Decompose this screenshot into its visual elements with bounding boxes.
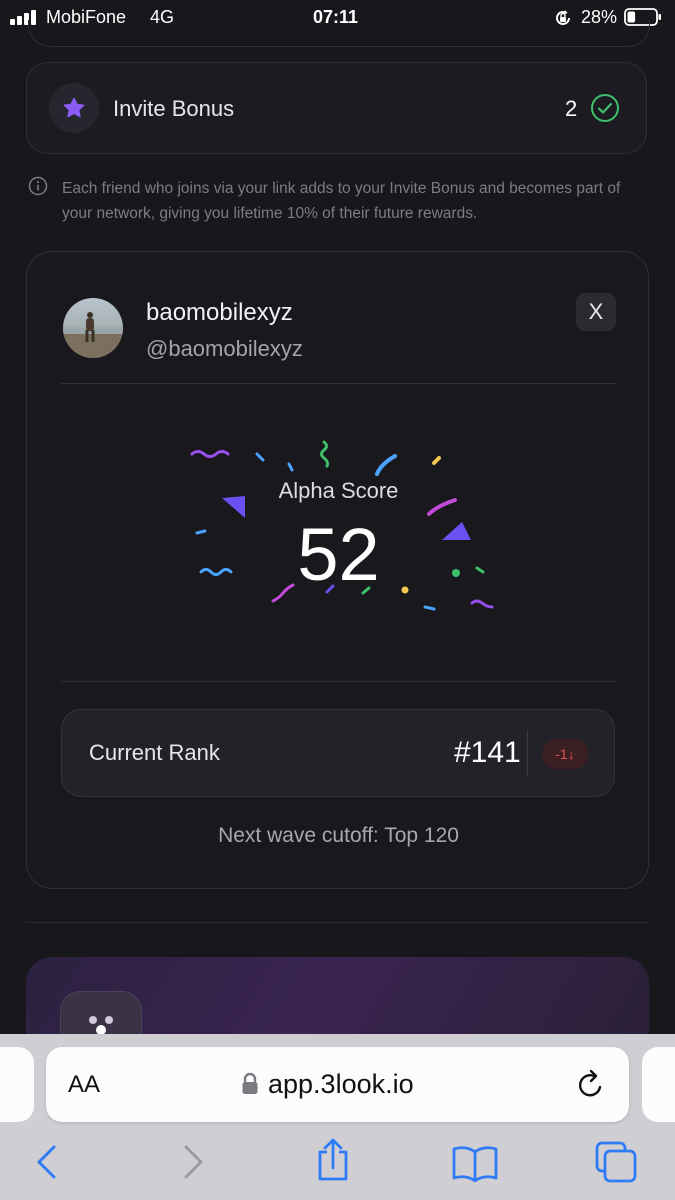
bookmarks-icon[interactable] <box>451 1144 499 1182</box>
forward-icon[interactable] <box>180 1144 206 1180</box>
avatar-photo <box>63 312 123 358</box>
rank-change-badge: -1↓ <box>542 739 588 769</box>
avatar[interactable] <box>63 298 123 358</box>
url-text: app.3look.io <box>268 1069 414 1099</box>
alpha-score-label: Alpha Score <box>278 478 399 503</box>
share-icon[interactable] <box>313 1138 353 1182</box>
tabs-icon[interactable] <box>594 1140 638 1184</box>
current-rank-panel: Current Rank #141 -1↓ <box>61 709 615 797</box>
previous-tab-preview[interactable] <box>0 1047 34 1122</box>
invite-bonus-count: 2 <box>565 96 578 121</box>
section-divider <box>26 922 649 923</box>
star-icon <box>63 97 85 118</box>
back-icon[interactable] <box>34 1144 60 1180</box>
info-text: Each friend who joins via your link adds… <box>62 180 621 222</box>
alpha-score-value: 52 <box>297 513 380 596</box>
current-rank-value: #141 <box>454 736 521 769</box>
profile-username: baomobilexyz <box>146 299 293 326</box>
invite-bonus-label: Invite Bonus <box>113 96 235 121</box>
text-size-button[interactable]: AA <box>68 1071 100 1099</box>
reload-icon[interactable] <box>576 1069 606 1101</box>
previous-card-bottom <box>28 20 650 47</box>
next-tab-preview[interactable] <box>642 1047 675 1122</box>
check-circle-icon <box>591 94 619 122</box>
x-share-button[interactable]: X <box>576 293 616 331</box>
next-wave-cutoff: Next wave cutoff: Top 120 <box>218 824 459 847</box>
divider <box>61 383 616 384</box>
profile-card: baomobilexyz @baomobilexyz X Alpha Score… <box>26 251 649 889</box>
invite-bonus-card: Invite Bonus 2 <box>26 62 647 154</box>
profile-handle: @baomobilexyz <box>146 336 303 361</box>
invite-badge <box>49 83 99 133</box>
rank-separator <box>527 730 528 776</box>
info-icon <box>28 176 48 196</box>
lock-icon <box>242 1072 258 1094</box>
browser-toolbar: AA app.3look.io <box>0 1034 675 1200</box>
x-logo-icon: X <box>588 299 604 324</box>
divider <box>61 681 616 682</box>
current-rank-label: Current Rank <box>89 740 220 765</box>
address-bar[interactable]: AA app.3look.io <box>46 1047 629 1122</box>
